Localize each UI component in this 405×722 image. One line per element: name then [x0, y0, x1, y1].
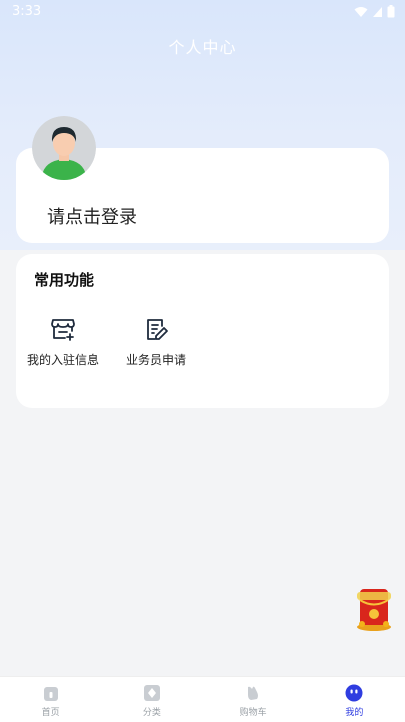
tab-label: 我的	[345, 708, 364, 718]
bottom-tab-bar: 首页 分类 购物车 我的	[0, 676, 405, 722]
login-prompt[interactable]: 请点击登录	[47, 203, 137, 229]
red-envelope-promo-button[interactable]	[352, 584, 396, 632]
tab-category[interactable]: 分类	[101, 677, 202, 722]
default-avatar-icon	[32, 116, 96, 180]
function-label: 业务员申请	[125, 353, 186, 367]
storefront-add-icon	[50, 316, 76, 342]
tab-cart[interactable]: 购物车	[203, 677, 304, 722]
avatar[interactable]	[32, 116, 96, 180]
status-time: 3:33	[12, 4, 42, 19]
wifi-icon	[354, 6, 368, 17]
category-icon	[143, 684, 161, 702]
tab-label: 首页	[41, 708, 60, 718]
battery-icon	[387, 5, 395, 18]
function-label: 我的入驻信息	[26, 353, 99, 367]
tab-profile[interactable]: 我的	[304, 677, 405, 722]
page-title: 个人中心	[168, 38, 237, 57]
status-icons	[354, 5, 395, 18]
common-functions-card: 常用功能 我的入驻信息 业务员申请	[16, 254, 389, 408]
tab-home[interactable]: 首页	[0, 677, 101, 722]
function-item-salesman-apply[interactable]: 业务员申请	[109, 316, 203, 368]
tab-label: 购物车	[239, 708, 267, 718]
function-item-settlement-info[interactable]: 我的入驻信息	[16, 316, 110, 368]
profile-icon	[345, 684, 363, 702]
home-icon	[42, 684, 60, 702]
cart-icon	[244, 684, 262, 702]
tab-label: 分类	[142, 708, 161, 718]
section-title: 常用功能	[34, 271, 95, 289]
signal-icon	[373, 6, 382, 17]
status-bar: 3:33	[0, 0, 405, 24]
edit-document-icon	[143, 316, 169, 342]
red-envelope-promo-icon	[357, 589, 391, 631]
